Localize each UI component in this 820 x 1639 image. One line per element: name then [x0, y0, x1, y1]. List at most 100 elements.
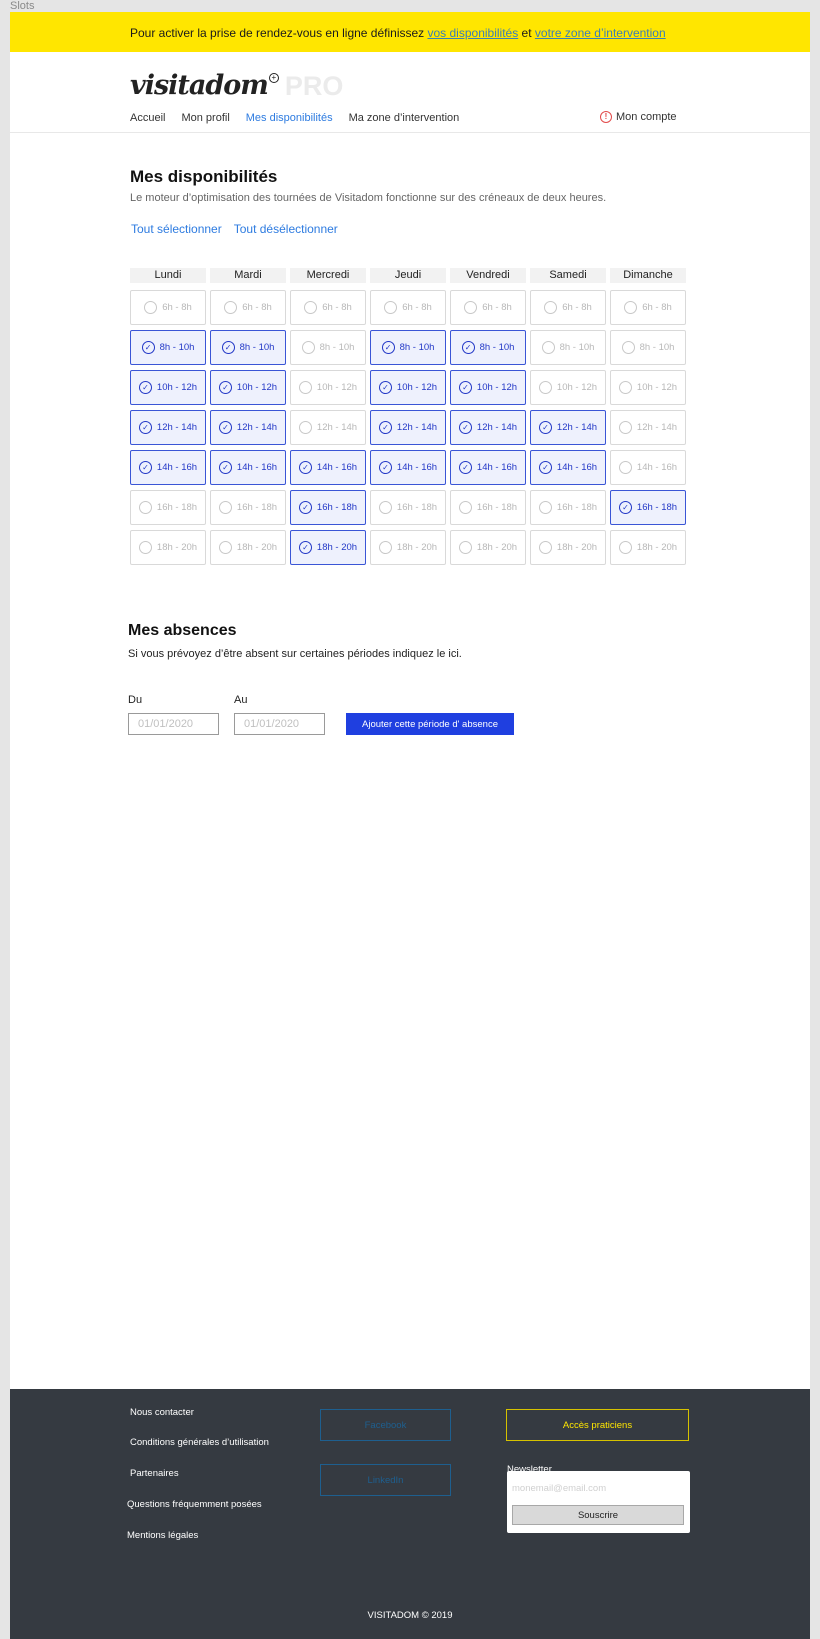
time-slot-label: 18h - 20h — [476, 542, 518, 553]
time-slot-label: 12h - 14h — [156, 422, 198, 433]
check-circle-icon: ✓ — [378, 381, 392, 394]
subscribe-button[interactable]: Souscrire — [512, 1505, 684, 1525]
time-slot[interactable]: ✓ 6h - 8h — [210, 290, 286, 325]
time-slot[interactable]: ✓ 6h - 8h — [370, 290, 446, 325]
nav-item-zone-intervention[interactable]: Ma zone d’intervention — [349, 112, 460, 124]
time-slot[interactable]: ✓ 16h - 18h — [130, 490, 206, 525]
time-slot-label: 10h - 12h — [156, 382, 198, 393]
time-slot[interactable]: ✓ 8h - 10h — [370, 330, 446, 365]
time-slot[interactable]: ✓ 16h - 18h — [450, 490, 526, 525]
time-slot-label: 10h - 12h — [556, 382, 598, 393]
time-slot[interactable]: ✓ 14h - 16h — [130, 450, 206, 485]
time-slot[interactable]: ✓ 10h - 12h — [610, 370, 686, 405]
select-all-link[interactable]: Tout sélectionner — [131, 222, 222, 236]
time-slot[interactable]: ✓ 18h - 20h — [450, 530, 526, 565]
time-slot[interactable]: ✓ 10h - 12h — [290, 370, 366, 405]
time-slot[interactable]: ✓ 12h - 14h — [450, 410, 526, 445]
time-slot[interactable]: ✓ 10h - 12h — [130, 370, 206, 405]
time-slot[interactable]: ✓ 8h - 10h — [210, 330, 286, 365]
logo-wordmark: visitadom — [130, 70, 269, 101]
time-slot[interactable]: ✓ 8h - 10h — [530, 330, 606, 365]
banner-text-mid: et — [518, 26, 535, 40]
day-header: Dimanche — [610, 268, 686, 283]
availability-grid: Lundi ✓ 6h - 8h ✓ 8h - 10h ✓ 10h - 12h ✓ 12h - 1… — [130, 268, 686, 570]
footer-link-partners[interactable]: Partenaires — [130, 1468, 179, 1479]
check-circle-icon: ✓ — [458, 421, 472, 434]
time-slot[interactable]: ✓ 12h - 14h — [370, 410, 446, 445]
time-slot[interactable]: ✓ 18h - 20h — [610, 530, 686, 565]
time-slot[interactable]: ✓ 16h - 18h — [530, 490, 606, 525]
footer-link-legal[interactable]: Mentions légales — [127, 1530, 198, 1541]
time-slot[interactable]: ✓ 8h - 10h — [610, 330, 686, 365]
empty-circle-icon: ✓ — [541, 341, 555, 354]
account-menu[interactable]: ! Mon compte — [600, 111, 677, 123]
banner-link-availability[interactable]: vos disponibilités — [428, 26, 519, 40]
time-slot-label: 6h - 8h — [242, 302, 272, 313]
banner-link-zone[interactable]: votre zone d’intervention — [535, 26, 666, 40]
newsletter-box: Souscrire — [507, 1471, 690, 1533]
time-slot[interactable]: ✓ 8h - 10h — [290, 330, 366, 365]
time-slot[interactable]: ✓ 12h - 14h — [290, 410, 366, 445]
practitioner-access-button[interactable]: Accès praticiens — [506, 1409, 689, 1441]
empty-circle-icon: ✓ — [298, 421, 312, 434]
time-slot[interactable]: ✓ 14h - 16h — [610, 450, 686, 485]
logo[interactable]: visitadom + PRO — [130, 67, 344, 102]
time-slot[interactable]: ✓ 10h - 12h — [370, 370, 446, 405]
facebook-button[interactable]: Facebook — [320, 1409, 451, 1441]
empty-circle-icon: ✓ — [618, 461, 632, 474]
time-slot[interactable]: ✓ 12h - 14h — [210, 410, 286, 445]
check-circle-icon: ✓ — [378, 461, 392, 474]
footer-link-cgu[interactable]: Conditions générales d’utilisation — [130, 1437, 269, 1448]
time-slot[interactable]: ✓ 10h - 12h — [210, 370, 286, 405]
day-header: Mercredi — [290, 268, 366, 283]
time-slot[interactable]: ✓ 6h - 8h — [530, 290, 606, 325]
time-slot[interactable]: ✓ 14h - 16h — [210, 450, 286, 485]
time-slot[interactable]: ✓ 10h - 12h — [450, 370, 526, 405]
deselect-all-link[interactable]: Tout désélectionner — [234, 222, 338, 236]
time-slot[interactable]: ✓ 18h - 20h — [290, 530, 366, 565]
time-slot-label: 18h - 20h — [316, 542, 358, 553]
time-slot[interactable]: ✓ 14h - 16h — [370, 450, 446, 485]
day-column: Dimanche ✓ 6h - 8h ✓ 8h - 10h ✓ 10h - 12h ✓ 12h … — [610, 268, 686, 570]
day-column: Lundi ✓ 6h - 8h ✓ 8h - 10h ✓ 10h - 12h ✓ 12h - 1… — [130, 268, 206, 570]
time-slot[interactable]: ✓ 6h - 8h — [610, 290, 686, 325]
newsletter-email-input[interactable] — [512, 1479, 683, 1497]
time-slot[interactable]: ✓ 6h - 8h — [130, 290, 206, 325]
time-slot[interactable]: ✓ 8h - 10h — [450, 330, 526, 365]
time-slot[interactable]: ✓ 12h - 14h — [610, 410, 686, 445]
footer-link-contact[interactable]: Nous contacter — [130, 1407, 194, 1418]
to-date-input[interactable] — [234, 713, 325, 735]
time-slot[interactable]: ✓ 16h - 18h — [210, 490, 286, 525]
add-absence-button[interactable]: Ajouter cette période d' absence — [346, 713, 514, 735]
time-slot[interactable]: ✓ 14h - 16h — [290, 450, 366, 485]
time-slot[interactable]: ✓ 12h - 14h — [130, 410, 206, 445]
time-slot[interactable]: ✓ 10h - 12h — [530, 370, 606, 405]
time-slot[interactable]: ✓ 6h - 8h — [450, 290, 526, 325]
time-slot-label: 6h - 8h — [642, 302, 672, 313]
time-slot[interactable]: ✓ 6h - 8h — [290, 290, 366, 325]
check-circle-icon: ✓ — [298, 461, 312, 474]
time-slot[interactable]: ✓ 18h - 20h — [210, 530, 286, 565]
time-slot[interactable]: ✓ 18h - 20h — [530, 530, 606, 565]
time-slot[interactable]: ✓ 12h - 14h — [530, 410, 606, 445]
nav-item-accueil[interactable]: Accueil — [130, 112, 165, 124]
from-date-input[interactable] — [128, 713, 219, 735]
time-slot[interactable]: ✓ 14h - 16h — [450, 450, 526, 485]
nav-item-mon-profil[interactable]: Mon profil — [181, 112, 229, 124]
linkedin-button[interactable]: LinkedIn — [320, 1464, 451, 1496]
logo-plus-icon: + — [268, 73, 279, 83]
empty-circle-icon: ✓ — [218, 541, 232, 554]
time-slot[interactable]: ✓ 8h - 10h — [130, 330, 206, 365]
time-slot[interactable]: ✓ 16h - 18h — [610, 490, 686, 525]
empty-circle-icon: ✓ — [464, 301, 478, 314]
time-slot[interactable]: ✓ 16h - 18h — [290, 490, 366, 525]
time-slot[interactable]: ✓ 14h - 16h — [530, 450, 606, 485]
day-column: Mercredi ✓ 6h - 8h ✓ 8h - 10h ✓ 10h - 12h ✓ 12h … — [290, 268, 366, 570]
time-slot[interactable]: ✓ 16h - 18h — [370, 490, 446, 525]
nav-item-mes-disponibilites[interactable]: Mes disponibilités — [246, 112, 333, 124]
footer-link-faq[interactable]: Questions fréquemment posées — [127, 1499, 262, 1510]
time-slot[interactable]: ✓ 18h - 20h — [370, 530, 446, 565]
time-slot-label: 18h - 20h — [636, 542, 678, 553]
time-slot[interactable]: ✓ 18h - 20h — [130, 530, 206, 565]
logo-pro-suffix: PRO — [284, 71, 344, 101]
